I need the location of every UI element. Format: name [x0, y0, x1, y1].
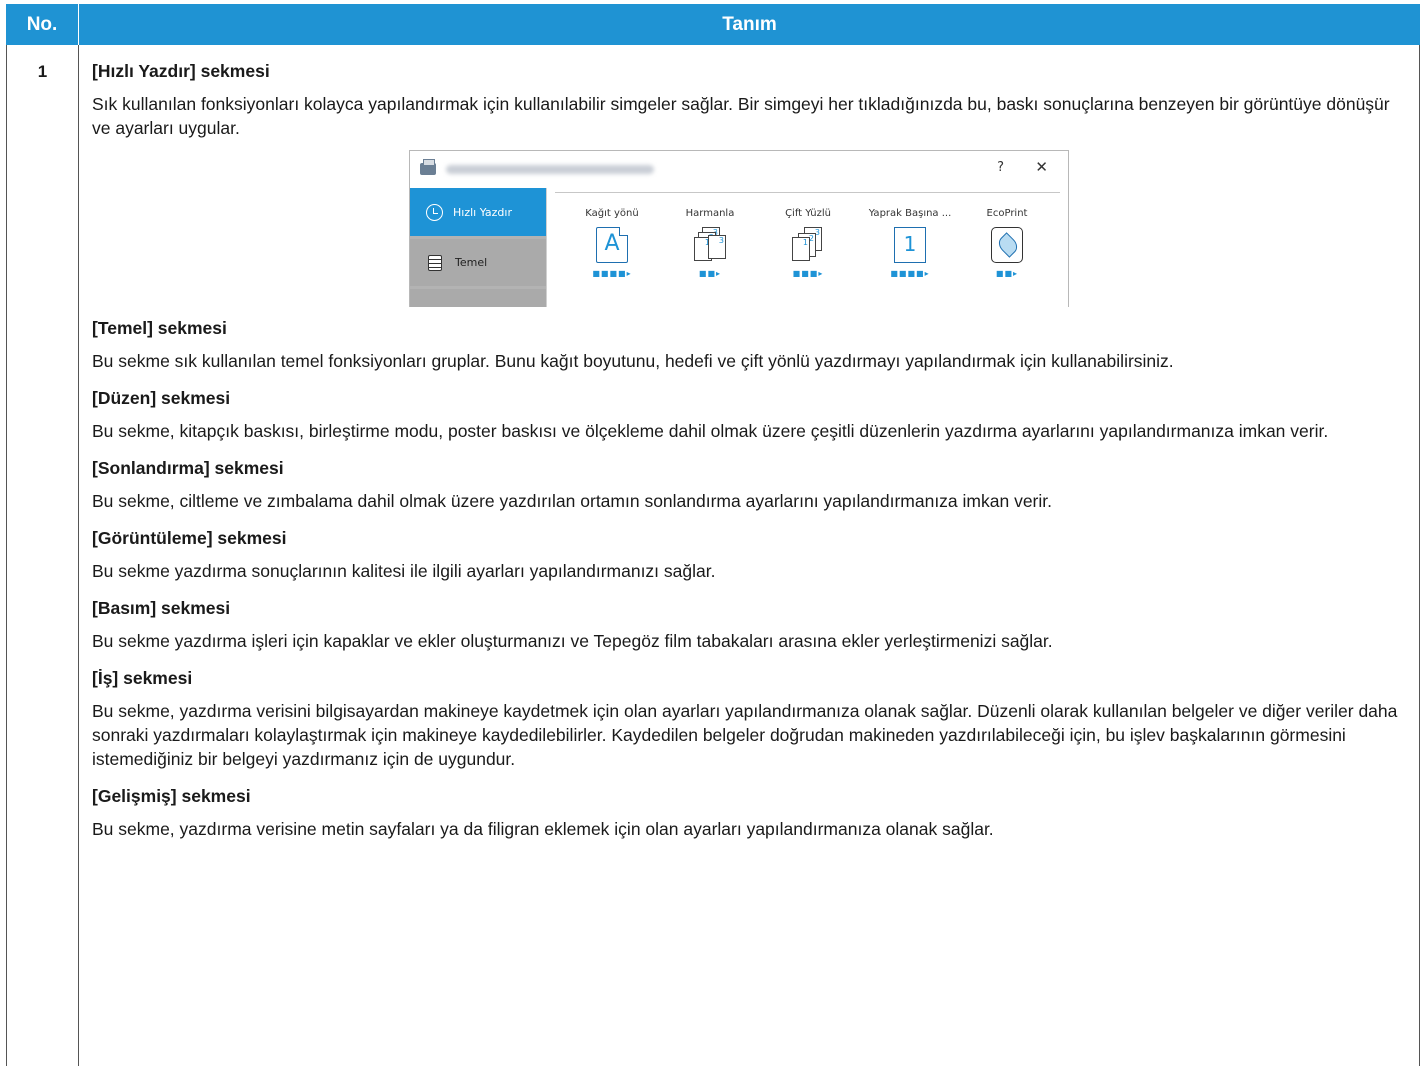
section-title-imaging: [Görüntüleme] sekmesi: [92, 528, 287, 548]
tab-partial[interactable]: [410, 289, 546, 307]
portrait-page-icon: A: [596, 227, 628, 263]
quick-item-pages-per-sheet[interactable]: Yaprak Başına ... 1 ■■■■▸: [860, 208, 960, 278]
row-definition: [Hızlı Yazdır] sekmesi Sık kullanılan fo…: [79, 45, 1419, 1066]
item-dots: ■■▸: [995, 269, 1019, 278]
tab-label: Hızlı Yazdır: [453, 205, 512, 219]
section-body-basic: Bu sekme sık kullanılan temel fonksiyonl…: [92, 349, 1409, 373]
screenshot-main-panel: Kağıt yönü A ■■■■▸ Harmanla 3 2 1 3 ■■▸: [546, 188, 1068, 307]
paragraph: Bu sekme, yazdırma verisine metin sayfal…: [92, 819, 994, 839]
paragraph: Bu sekme yazdırma sonuçlarının kalitesi …: [92, 561, 716, 581]
item-dots: ■■■■▸: [890, 269, 930, 278]
section-body-layout: Bu sekme, kitapçık baskısı, birleştirme …: [92, 419, 1409, 443]
section-title-publishing: [Basım] sekmesi: [92, 598, 231, 618]
table-row: 1 [Hızlı Yazdır] sekmesi Sık kullanılan …: [6, 45, 1420, 1066]
blurred-window-title: [446, 164, 654, 174]
section-body-advanced: Bu sekme, yazdırma verisine metin sayfal…: [92, 817, 1409, 841]
paragraph: Bu sekme, yazdırma verisini bilgisayarda…: [92, 701, 1398, 769]
section-body-finishing: Bu sekme, ciltleme ve zımbalama dahil ol…: [92, 489, 1409, 513]
section-body-job: Bu sekme, yazdırma verisini bilgisayarda…: [92, 699, 1409, 771]
printer-icon: [420, 159, 436, 175]
section-body-quick-print: Sık kullanılan fonksiyonları kolayca yap…: [92, 92, 1409, 140]
section-body-imaging: Bu sekme yazdırma sonuçlarının kalitesi …: [92, 559, 1409, 583]
section-title-basic: [Temel] sekmesi: [92, 318, 227, 338]
paragraph: Sık kullanılan fonksiyonları kolayca yap…: [92, 94, 1390, 138]
section-body-publishing: Bu sekme yazdırma işleri için kapaklar v…: [92, 629, 1409, 653]
clock-icon: [426, 203, 443, 221]
tab-quick-print[interactable]: Hızlı Yazdır: [410, 188, 546, 236]
paragraph: Bu sekme, ciltleme ve zımbalama dahil ol…: [92, 491, 1052, 511]
driver-screenshot: ? ✕ Hızlı Yazdır Temel Kağıt yönü A ■■■■…: [409, 150, 1069, 307]
quick-item-duplex[interactable]: Çift Yüzlü 3 2 1 ■■■▸: [758, 208, 858, 278]
document-icon: [428, 254, 442, 271]
paragraph: Bu sekme sık kullanılan temel fonksiyonl…: [92, 351, 1174, 371]
panel-divider: [555, 192, 1060, 193]
screenshot-sidebar: Hızlı Yazdır Temel: [410, 188, 546, 307]
tab-label: Temel: [455, 256, 488, 269]
quick-item-ecoprint[interactable]: EcoPrint ■■▸: [957, 208, 1057, 278]
table-header: No. Tanım: [6, 4, 1420, 45]
quick-item-collate[interactable]: Harmanla 3 2 1 3 ■■▸: [660, 208, 760, 278]
section-title-layout: [Düzen] sekmesi: [92, 388, 231, 408]
paragraph: Bu sekme yazdırma işleri için kapaklar v…: [92, 631, 1053, 651]
paragraph: Bu sekme, kitapçık baskısı, birleştirme …: [92, 421, 1329, 441]
leaf-icon: [991, 227, 1023, 263]
item-dots: ■■▸: [698, 269, 722, 278]
quick-item-orientation[interactable]: Kağıt yönü A ■■■■▸: [562, 208, 662, 278]
pages-per-sheet-icon: 1: [894, 227, 926, 263]
definition-table: No. Tanım 1 [Hızlı Yazdır] sekmesi Sık k…: [6, 4, 1420, 1066]
close-icon[interactable]: ✕: [1035, 158, 1048, 176]
item-dots: ■■■▸: [792, 269, 824, 278]
header-definition: Tanım: [722, 13, 777, 35]
header-no: No.: [6, 4, 79, 45]
item-label: EcoPrint: [986, 208, 1028, 219]
help-icon[interactable]: ?: [997, 160, 1004, 175]
section-title-finishing: [Sonlandırma] sekmesi: [92, 458, 284, 478]
screenshot-titlebar: ? ✕: [410, 151, 1068, 187]
item-label: Harmanla: [685, 208, 735, 219]
item-label: Kağıt yönü: [585, 208, 639, 219]
section-title-advanced: [Gelişmiş] sekmesi: [92, 786, 251, 806]
item-label: Çift Yüzlü: [785, 208, 831, 219]
duplex-icon: 3 2 1: [792, 227, 824, 263]
item-dots: ■■■■▸: [592, 269, 632, 278]
section-title-quick-print: [Hızlı Yazdır] sekmesi: [92, 61, 270, 81]
item-label: Yaprak Başına ...: [868, 208, 952, 219]
tab-basic[interactable]: Temel: [410, 239, 546, 286]
section-title-job: [İş] sekmesi: [92, 668, 193, 688]
row-number: 1: [7, 45, 79, 1066]
collate-icon: 3 2 1 3: [694, 227, 726, 263]
